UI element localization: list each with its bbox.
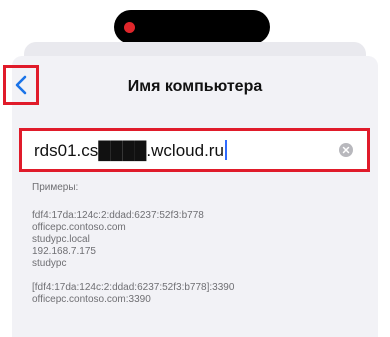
nav-bar: Имя компьютера <box>3 56 378 120</box>
example-line: 192.168.7.175 <box>32 246 96 257</box>
computer-name-field[interactable]: rds01.cs████.wcloud.ru <box>19 128 370 172</box>
screen: Имя компьютера rds01.cs████.wcloud.ru Пр… <box>0 0 390 337</box>
example-line: studypc <box>32 258 67 269</box>
sheet: Имя компьютера rds01.cs████.wcloud.ru Пр… <box>3 56 378 337</box>
recording-dot <box>124 22 135 33</box>
camera-island <box>114 10 270 44</box>
computer-name-value: rds01.cs████.wcloud.ru <box>34 140 224 160</box>
page-title: Имя компьютера <box>127 78 263 95</box>
clear-x-icon <box>342 141 350 159</box>
examples-heading: Примеры: <box>32 182 79 193</box>
example-line: [fdf4:17da:124c:2:ddad:6237:52f3:b778]:3… <box>32 282 235 293</box>
example-line: officepc.contoso.com <box>32 222 126 233</box>
examples-spacer <box>32 270 234 282</box>
example-line: officepc.contoso.com:3390 <box>32 294 151 305</box>
clear-button[interactable] <box>339 143 353 157</box>
text-caret <box>224 139 227 160</box>
examples-section: Примеры: fdf4:17da:124c:2:ddad:6237:52f3… <box>32 182 234 306</box>
computer-name-input[interactable]: rds01.cs████.wcloud.ru <box>34 139 339 161</box>
example-line: studypc.local <box>32 234 90 245</box>
example-line: fdf4:17da:124c:2:ddad:6237:52f3:b778 <box>32 210 204 221</box>
